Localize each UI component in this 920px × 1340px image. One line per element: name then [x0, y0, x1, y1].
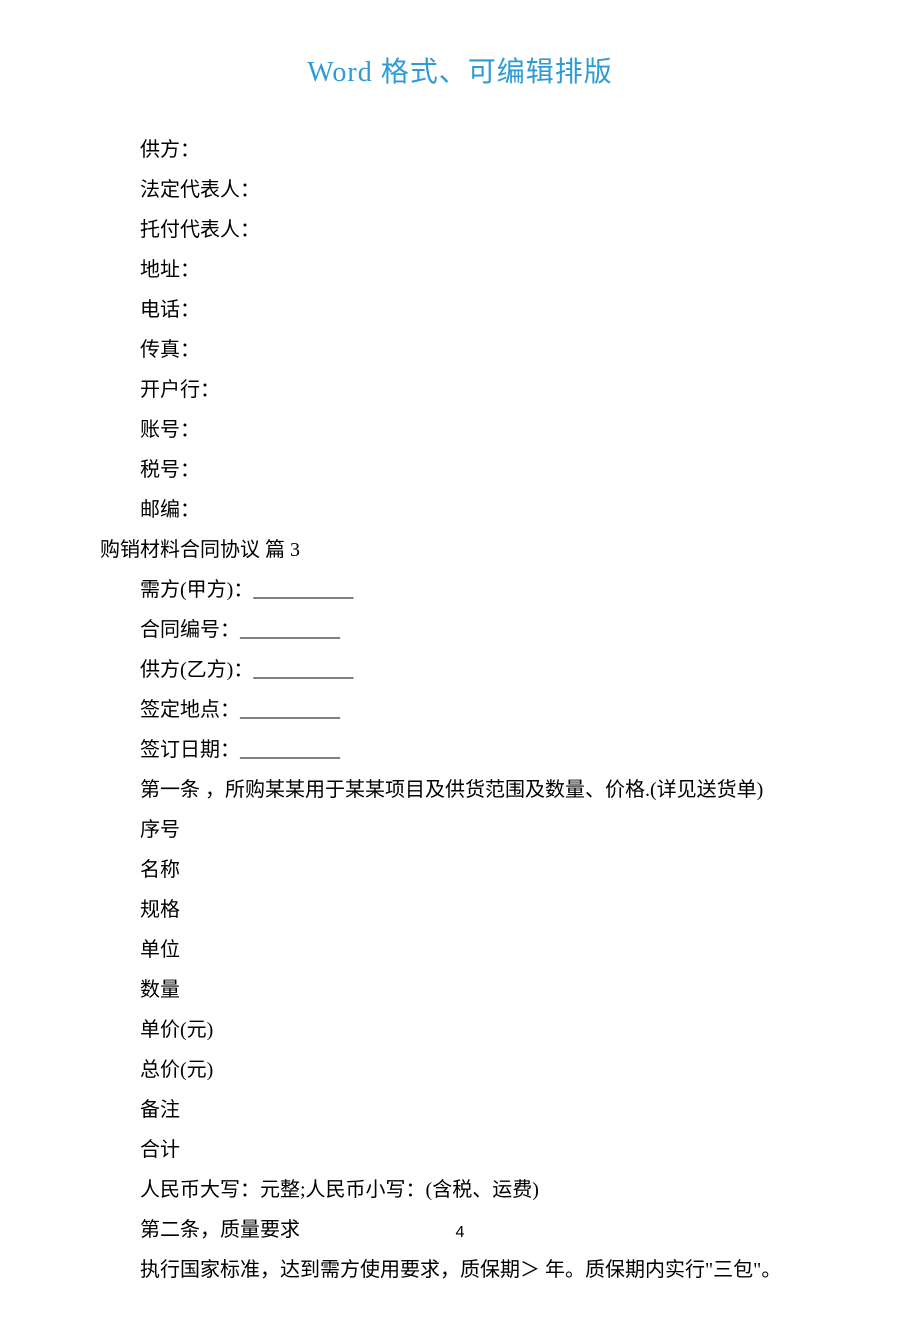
field-supplier: 供方：: [100, 130, 820, 170]
table-header-quantity: 数量: [100, 970, 820, 1010]
field-bank: 开户行：: [100, 370, 820, 410]
document-body: 供方： 法定代表人： 托付代表人： 地址： 电话： 传真： 开户行： 账号： 税…: [100, 130, 820, 1290]
table-header-spec: 规格: [100, 890, 820, 930]
table-header-unit-price: 单价(元): [100, 1010, 820, 1050]
page-header-title: Word 格式、可编辑排版: [100, 50, 820, 90]
table-header-serial: 序号: [100, 810, 820, 850]
field-signing-location: 签定地点：__________: [100, 690, 820, 730]
table-header-total-price: 总价(元): [100, 1050, 820, 1090]
amount-line: 人民币大写：元整;人民币小写：(含税、运费): [100, 1170, 820, 1210]
section-heading: 购销材料合同协议 篇 3: [100, 530, 820, 570]
field-tax-number: 税号：: [100, 450, 820, 490]
field-phone: 电话：: [100, 290, 820, 330]
document-page: Word 格式、可编辑排版 供方： 法定代表人： 托付代表人： 地址： 电话： …: [0, 0, 920, 1340]
field-address: 地址：: [100, 250, 820, 290]
table-header-unit: 单位: [100, 930, 820, 970]
field-supplier-party-b: 供方(乙方)：__________: [100, 650, 820, 690]
field-entrusted-rep: 托付代表人：: [100, 210, 820, 250]
field-signing-date: 签订日期：__________: [100, 730, 820, 770]
page-number: 4: [0, 1224, 920, 1242]
table-header-remark: 备注: [100, 1090, 820, 1130]
field-account: 账号：: [100, 410, 820, 450]
article-2-body: 执行国家标准，达到需方使用要求，质保期＞ 年。质保期内实行"三包"。: [100, 1250, 820, 1290]
article-1: 第一条 ，所购某某用于某某项目及供货范围及数量、价格.(详见送货单): [100, 770, 820, 810]
table-header-name: 名称: [100, 850, 820, 890]
table-header-sum: 合计: [100, 1130, 820, 1170]
field-postal-code: 邮编：: [100, 490, 820, 530]
field-fax: 传真：: [100, 330, 820, 370]
field-legal-rep: 法定代表人：: [100, 170, 820, 210]
field-contract-number: 合同编号：__________: [100, 610, 820, 650]
field-buyer-party-a: 需方(甲方)：__________: [100, 570, 820, 610]
